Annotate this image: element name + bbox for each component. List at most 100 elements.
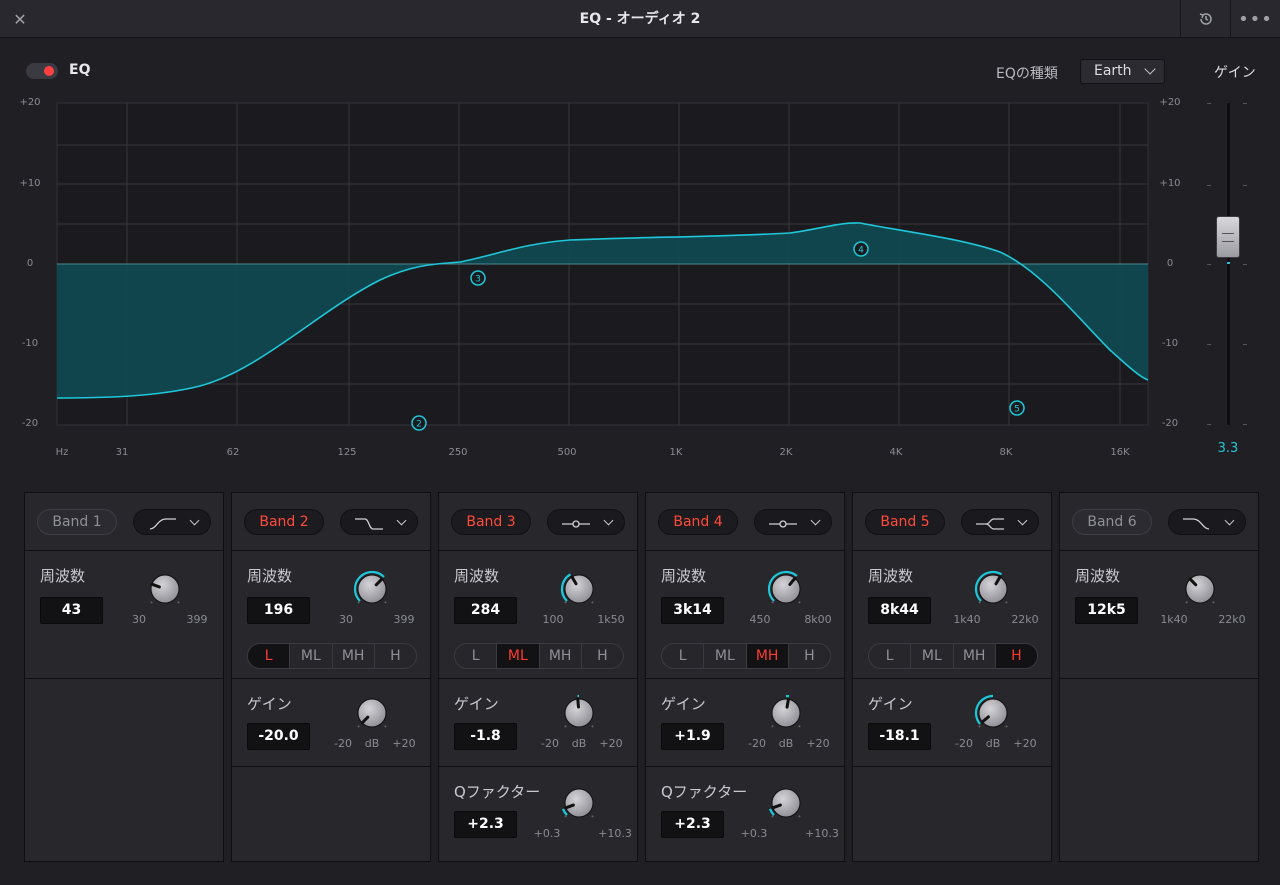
range-option-ml[interactable]: ML (497, 644, 540, 668)
fader-tick (1207, 103, 1211, 104)
range-option-ml[interactable]: ML (290, 644, 333, 668)
q-factor-value-field[interactable]: +2.3 (661, 811, 724, 838)
gain-value-field[interactable]: -1.8 (454, 723, 517, 750)
band-node-2[interactable]: 2 (411, 415, 427, 431)
frequency-range-selector: L ML MH H (661, 643, 831, 669)
band-panel-3: Band 3 周波数 284 100 1k50 L ML MH H ゲイン -1.8 -… (438, 492, 638, 862)
range-option-h[interactable]: H (995, 644, 1037, 668)
gain-unit-label: dB (571, 737, 587, 750)
eq-graph-canvas[interactable]: 2 3 4 5 (0, 90, 1280, 470)
window-title: EQ - オーディオ 2 (579, 11, 701, 27)
eq-enable-toggle[interactable] (26, 63, 58, 79)
gain-section: ゲイン -20.0 -20 dB +20 (232, 679, 430, 767)
range-option-ml[interactable]: ML (911, 644, 954, 668)
reset-button[interactable] (1180, 0, 1230, 38)
band-node-4[interactable]: 4 (853, 241, 869, 257)
gain-knob[interactable] (559, 693, 599, 733)
close-icon[interactable]: ✕ (0, 0, 40, 38)
q-factor-max-label: +10.3 (805, 827, 839, 840)
y-axis-label: +20 (19, 97, 41, 108)
range-option-l[interactable]: L (248, 644, 291, 668)
frequency-value-field[interactable]: 3k14 (661, 597, 724, 624)
eq-label: EQ (69, 62, 91, 78)
gain-fader-handle[interactable] (1216, 216, 1240, 258)
range-option-l[interactable]: L (662, 644, 705, 668)
range-option-l[interactable]: L (455, 644, 498, 668)
gain-max-label: +20 (392, 737, 416, 750)
gain-fader-track[interactable] (1227, 103, 1230, 425)
frequency-range-selector: L ML MH H (454, 643, 624, 669)
q-factor-label: Qファクター (454, 783, 541, 801)
frequency-value-field[interactable]: 8k44 (868, 597, 931, 624)
frequency-knob[interactable] (559, 569, 599, 609)
fader-tick (1207, 264, 1211, 265)
frequency-label: 周波数 (40, 567, 86, 585)
q-factor-min-label: +0.3 (740, 827, 768, 840)
range-option-l[interactable]: L (869, 644, 912, 668)
gain-label: ゲイン (868, 695, 913, 713)
y-axis-label: 0 (26, 258, 34, 269)
frequency-knob[interactable] (352, 569, 392, 609)
gain-value-field[interactable]: -20.0 (247, 723, 310, 750)
x-axis-label: Hz (55, 447, 69, 458)
filter-shape-dropdown[interactable] (133, 509, 211, 535)
high-shelf-icon (976, 518, 1004, 530)
range-option-h[interactable]: H (582, 644, 623, 668)
gain-unit-label: dB (364, 737, 380, 750)
filter-shape-dropdown[interactable] (340, 509, 418, 535)
frequency-value-field[interactable]: 12k5 (1075, 597, 1138, 624)
range-option-mh[interactable]: MH (540, 644, 582, 668)
band-4-toggle-button[interactable]: Band 4 (658, 509, 738, 535)
gain-value-field[interactable]: -18.1 (868, 723, 931, 750)
q-factor-knob[interactable] (766, 783, 806, 823)
range-option-mh[interactable]: MH (954, 644, 996, 668)
band-node-5[interactable]: 5 (1009, 400, 1025, 416)
gain-section: ゲイン -1.8 -20 dB +20 (439, 679, 637, 767)
gain-knob[interactable] (352, 693, 392, 733)
frequency-max-label: 1k50 (597, 613, 625, 626)
range-option-mh[interactable]: MH (333, 644, 375, 668)
band-node-3[interactable]: 3 (470, 270, 486, 286)
band-2-toggle-button[interactable]: Band 2 (244, 509, 324, 535)
band-5-toggle-button[interactable]: Band 5 (865, 509, 945, 535)
high-pass-icon (149, 518, 176, 530)
gain-knob[interactable] (766, 693, 806, 733)
band-panel-6: Band 6 周波数 12k5 1k40 22k0 (1059, 492, 1259, 862)
frequency-knob[interactable] (1180, 569, 1220, 609)
eq-graph[interactable]: 2 3 4 5 +20 +10 0 -10 -20 +20 +10 0 -10 -20 Hz 31 62 1… (0, 90, 1280, 470)
more-options-icon[interactable]: ••• (1230, 0, 1280, 38)
frequency-value-field[interactable]: 43 (40, 597, 103, 624)
eq-type-dropdown[interactable]: Earth (1080, 59, 1165, 84)
band-1-toggle-button[interactable]: Band 1 (37, 509, 117, 535)
fader-tick (1243, 344, 1247, 345)
range-option-mh[interactable]: MH (746, 644, 789, 668)
q-factor-knob[interactable] (559, 783, 599, 823)
range-option-ml[interactable]: ML (704, 644, 747, 668)
gain-max-label: +20 (806, 737, 830, 750)
frequency-knob[interactable] (766, 569, 806, 609)
q-factor-label: Qファクター (661, 783, 748, 801)
band-6-toggle-button[interactable]: Band 6 (1072, 509, 1152, 535)
gain-knob[interactable] (973, 693, 1013, 733)
range-option-h[interactable]: H (375, 644, 416, 668)
frequency-min-label: 450 (749, 613, 771, 626)
band-panel-1: Band 1 周波数 43 30 399 (24, 492, 224, 862)
frequency-min-label: 30 (132, 613, 146, 626)
range-option-h[interactable]: H (789, 644, 830, 668)
frequency-knob[interactable] (973, 569, 1013, 609)
x-axis-label: 31 (115, 447, 129, 458)
gain-value-field[interactable]: +1.9 (661, 723, 724, 750)
filter-shape-dropdown[interactable] (547, 509, 625, 535)
band-header: Band 3 (439, 493, 637, 551)
gain-unit-label: dB (985, 737, 1001, 750)
q-factor-value-field[interactable]: +2.3 (454, 811, 517, 838)
chevron-down-icon (810, 515, 821, 526)
filter-shape-dropdown[interactable] (754, 509, 832, 535)
frequency-section: 周波数 3k14 450 8k00 L ML MH H (646, 551, 844, 679)
frequency-value-field[interactable]: 284 (454, 597, 517, 624)
frequency-value-field[interactable]: 196 (247, 597, 310, 624)
frequency-knob[interactable] (145, 569, 185, 609)
filter-shape-dropdown[interactable] (961, 509, 1039, 535)
band-3-toggle-button[interactable]: Band 3 (451, 509, 531, 535)
filter-shape-dropdown[interactable] (1168, 509, 1246, 535)
